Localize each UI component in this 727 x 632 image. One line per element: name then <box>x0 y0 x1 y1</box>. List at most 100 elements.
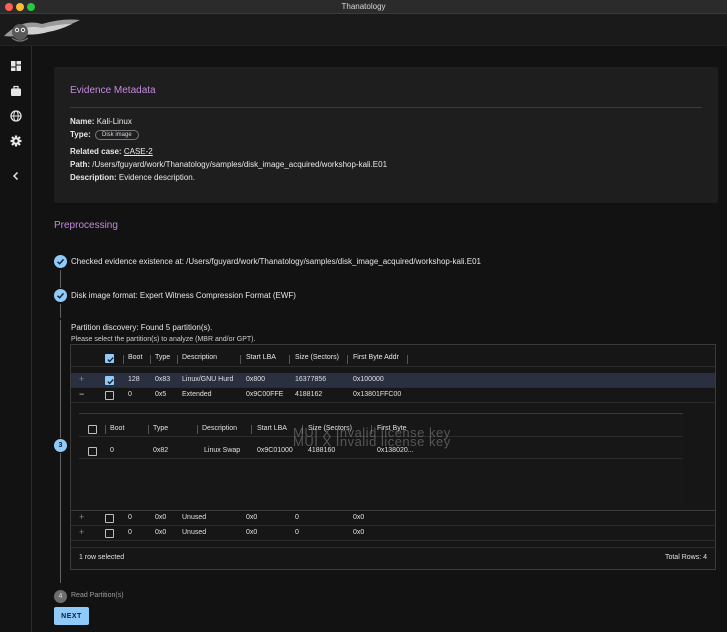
owl-logo-icon <box>4 19 80 42</box>
path-value: /Users/fguyard/work/Thanatology/samples/… <box>92 160 388 169</box>
name-line: Name: Kali-Linux <box>70 117 132 126</box>
path-line: Path: /Users/fguyard/work/Thanatology/sa… <box>70 160 387 169</box>
total-row-count: Total Rows: 4 <box>664 554 707 561</box>
table-row[interactable]: 0 0x82 Linux Swap 0x9C01000 4188160 0x13… <box>79 443 683 459</box>
cell-first-byte: 0x0 <box>353 529 365 536</box>
table-row[interactable]: + 128 0x83 Linux/GNU Hurd 0x800 16377856… <box>71 373 715 388</box>
cell-start-lba: 0x9C00FFE <box>246 391 284 398</box>
row-checkbox[interactable] <box>88 447 97 456</box>
partition-discovery-hint: Please select the partition(s) to analyz… <box>71 336 256 343</box>
step-connector <box>60 304 61 318</box>
type-chip: Disk image <box>94 130 139 140</box>
description-line: Description: Evidence description. <box>70 173 195 182</box>
subgrid-header-type[interactable]: Type <box>153 425 168 432</box>
name-value: Kali-Linux <box>96 117 132 126</box>
app-bar <box>0 14 727 46</box>
expand-row-button[interactable]: + <box>79 512 84 522</box>
description-label: Description: <box>70 173 117 182</box>
divider <box>70 107 702 108</box>
type-line: Type: Disk image <box>70 130 139 140</box>
partition-discovery-title: Partition discovery: Found 5 partition(s… <box>71 323 213 332</box>
subgrid-select-all-checkbox[interactable] <box>88 425 97 434</box>
extended-partition-subgrid: Boot Type Description Start LBA Size (Se… <box>79 413 683 503</box>
cell-size: 16377856 <box>295 376 327 383</box>
column-separator <box>197 425 198 434</box>
column-separator <box>251 425 252 434</box>
sidebar <box>0 46 32 632</box>
gear-icon[interactable] <box>9 134 23 148</box>
column-separator <box>347 355 348 364</box>
cell-first-byte: 0x138020... <box>377 447 414 454</box>
column-separator <box>105 425 106 434</box>
column-separator <box>150 355 151 364</box>
grid-header: Boot Type Description Start LBA Size (Se… <box>71 351 715 367</box>
table-row[interactable]: + 0 0x0 Unused 0x0 0 0x0 <box>71 511 715 526</box>
column-header-first-byte[interactable]: First Byte Addr <box>353 354 399 361</box>
preprocessing-title: Preprocessing <box>54 220 118 231</box>
table-row[interactable]: − 0 0x5 Extended 0x9C00FFE 4188162 0x138… <box>71 388 715 403</box>
subgrid-header-start-lba[interactable]: Start LBA <box>257 425 287 432</box>
row-checkbox[interactable] <box>105 514 114 523</box>
main-content: Evidence Metadata Name: Kali-Linux Type:… <box>32 46 727 632</box>
column-header-description[interactable]: Description <box>182 354 217 361</box>
expand-row-button[interactable]: + <box>79 527 84 537</box>
subgrid-header-boot[interactable]: Boot <box>110 425 124 432</box>
cell-type: 0x83 <box>155 376 171 383</box>
column-separator <box>123 355 124 364</box>
cell-description: Unused <box>182 514 207 521</box>
next-button[interactable]: NEXT <box>54 607 89 625</box>
cell-boot: 0 <box>128 529 132 536</box>
row-checkbox[interactable] <box>105 391 114 400</box>
cell-type: 0x82 <box>153 447 169 454</box>
divider <box>79 413 683 414</box>
step-connector <box>60 270 61 288</box>
cell-first-byte: 0x0 <box>353 514 365 521</box>
cell-first-byte: 0x13801FFC00 <box>353 391 402 398</box>
column-header-size[interactable]: Size (Sectors) <box>295 354 339 361</box>
subgrid-header-description[interactable]: Description <box>202 425 237 432</box>
case-link[interactable]: CASE-2 <box>124 147 153 156</box>
path-label: Path: <box>70 160 90 169</box>
column-header-type[interactable]: Type <box>155 354 170 361</box>
column-separator <box>289 355 290 364</box>
row-checkbox[interactable] <box>105 529 114 538</box>
collapse-row-button[interactable]: − <box>79 389 84 399</box>
chevron-left-icon[interactable] <box>9 169 23 183</box>
cell-description: Extended <box>182 391 212 398</box>
table-row[interactable]: + 0 0x0 Unused 0x0 0 0x0 <box>71 526 715 541</box>
row-checkbox[interactable] <box>105 376 114 385</box>
type-label: Type: <box>70 130 91 140</box>
cell-description: Linux/GNU Hurd <box>182 376 234 383</box>
cell-first-byte: 0x100000 <box>353 376 384 383</box>
case-label: Related case: <box>70 147 122 156</box>
column-separator <box>148 425 149 434</box>
step-number-icon: 3 <box>54 439 67 452</box>
cell-boot: 0 <box>128 514 132 521</box>
metadata-title: Evidence Metadata <box>70 85 156 96</box>
cell-size: 0 <box>295 529 299 536</box>
cell-size: 0 <box>295 514 299 521</box>
cell-description: Linux Swap <box>204 447 241 454</box>
column-header-start-lba[interactable]: Start LBA <box>246 354 276 361</box>
cell-size: 4188160 <box>308 447 336 454</box>
partition-grid: Boot Type Description Start LBA Size (Se… <box>70 344 716 570</box>
step-connector <box>60 453 61 583</box>
briefcase-icon[interactable] <box>9 84 23 98</box>
cell-size: 4188162 <box>295 391 323 398</box>
column-separator <box>177 355 178 364</box>
step-number-icon: 4 <box>54 590 67 603</box>
dashboard-icon[interactable] <box>9 59 23 73</box>
step-disk-format: Disk image format: Expert Witness Compre… <box>71 291 296 300</box>
column-separator <box>240 355 241 364</box>
select-all-checkbox[interactable] <box>105 354 114 363</box>
column-header-boot[interactable]: Boot <box>128 354 142 361</box>
cell-start-lba: 0x9C01000 <box>257 447 293 454</box>
cell-boot: 0 <box>110 447 114 454</box>
cell-boot: 128 <box>128 376 140 383</box>
expand-row-button[interactable]: + <box>79 374 84 384</box>
window-titlebar: Thanatology <box>0 0 727 14</box>
cell-boot: 0 <box>128 391 132 398</box>
cell-start-lba: 0x0 <box>246 529 258 536</box>
grid-footer: 1 row selected Total Rows: 4 <box>71 547 715 569</box>
globe-icon[interactable] <box>9 109 23 123</box>
